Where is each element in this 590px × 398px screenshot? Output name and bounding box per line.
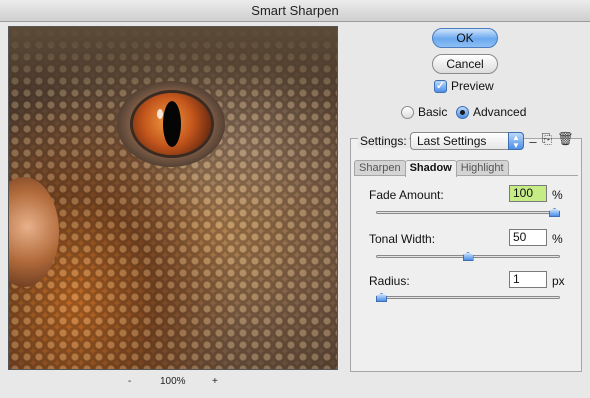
- tonal-width-unit: %: [552, 232, 563, 246]
- zoom-out-button[interactable]: -: [128, 376, 131, 387]
- advanced-radio[interactable]: [456, 105, 469, 119]
- radius-unit: px: [552, 274, 565, 288]
- radius-input[interactable]: 1: [509, 271, 547, 288]
- save-settings-icon[interactable]: ⎘: [540, 132, 554, 146]
- fade-amount-label: Fade Amount:: [369, 188, 444, 202]
- advanced-label: Advanced: [473, 105, 527, 119]
- radius-slider[interactable]: [376, 296, 560, 299]
- window-title: Smart Sharpen: [0, 0, 590, 22]
- settings-value: Last Settings: [417, 134, 487, 148]
- preview-glint: [157, 109, 163, 119]
- mode-basic-option[interactable]: Basic: [401, 105, 447, 119]
- tab-sharpen[interactable]: Sharpen: [354, 160, 406, 176]
- chevron-updown-icon: ▲ ▼: [508, 132, 524, 150]
- preview-label: Preview: [451, 79, 494, 93]
- basic-radio[interactable]: [401, 105, 414, 119]
- zoom-level: 100%: [160, 376, 186, 387]
- radius-label: Radius:: [369, 274, 410, 288]
- zoom-bar: - 100% +: [8, 376, 338, 392]
- mode-advanced-option[interactable]: Advanced: [456, 105, 526, 119]
- basic-label: Basic: [418, 105, 448, 119]
- tab-highlight[interactable]: Highlight: [455, 160, 509, 176]
- tab-shadow[interactable]: Shadow: [404, 160, 457, 177]
- settings-dropdown[interactable]: Last Settings ▲ ▼: [410, 132, 524, 150]
- trash-icon[interactable]: 🗑: [557, 132, 574, 146]
- cancel-button[interactable]: Cancel: [432, 54, 498, 74]
- tonal-width-label: Tonal Width:: [369, 232, 436, 246]
- settings-label: Settings:: [358, 134, 409, 148]
- tonal-width-input[interactable]: 50: [509, 229, 547, 246]
- preview-pupil: [163, 101, 181, 147]
- zoom-in-button[interactable]: +: [212, 376, 218, 387]
- preview-image[interactable]: [8, 26, 338, 370]
- ok-button[interactable]: OK: [432, 28, 498, 48]
- preview-option[interactable]: ✓ Preview: [434, 79, 494, 93]
- separator-dash: –: [529, 134, 537, 149]
- preview-checkbox[interactable]: ✓: [434, 79, 447, 93]
- tab-bar: Sharpen Shadow Highlight: [354, 160, 509, 177]
- fade-amount-slider[interactable]: [376, 211, 560, 214]
- fade-amount-unit: %: [552, 188, 563, 202]
- fade-amount-input[interactable]: 100: [509, 185, 547, 202]
